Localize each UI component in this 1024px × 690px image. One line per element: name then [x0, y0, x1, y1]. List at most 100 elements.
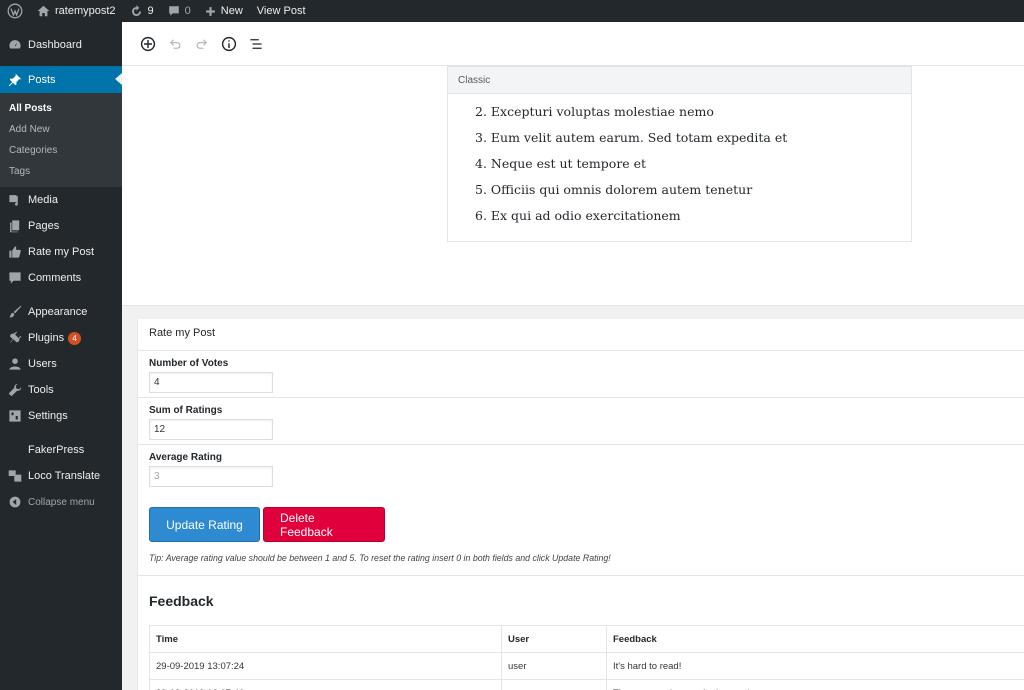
menu-comments-label: Comments — [28, 272, 82, 284]
menu-appearance-label: Appearance — [28, 306, 88, 318]
comments-link[interactable]: 0 — [161, 0, 198, 22]
settings-icon — [7, 408, 23, 424]
votes-field-group: Number of Votes — [138, 351, 1024, 398]
comment-icon — [168, 6, 179, 16]
editor-canvas: Classic 2. Excepturi voluptas molestiae … — [122, 66, 1024, 306]
wrench-icon — [7, 382, 23, 398]
comments-icon — [7, 270, 23, 286]
feedback-time: 29-09-2019 13:07:46 — [149, 679, 502, 690]
menu-plugins[interactable]: Plugins 4 — [0, 325, 122, 351]
submenu-tags[interactable]: Tags — [0, 161, 122, 182]
menu-fakerpress[interactable]: FakerPress — [0, 437, 122, 463]
menu-rate-my-post-label: Rate my Post — [28, 246, 95, 258]
rate-my-post-metabox: Rate my Post Number of Votes Sum of Rati… — [137, 319, 1024, 690]
menu-pages[interactable]: Pages — [0, 213, 122, 239]
votes-input[interactable] — [149, 372, 273, 393]
users-icon — [7, 356, 23, 372]
sum-field-group: Sum of Ratings — [138, 398, 1024, 445]
delete-feedback-button[interactable]: Delete Feedback — [263, 507, 385, 542]
view-post-link[interactable]: View Post — [250, 0, 313, 22]
feedback-text: It's hard to read! — [606, 652, 1024, 680]
classic-block-list: 2. Excepturi voluptas molestiae nemo 3. … — [448, 94, 911, 230]
pin-icon — [7, 72, 23, 88]
home-icon — [37, 5, 50, 17]
menu-pages-label: Pages — [28, 220, 60, 232]
list-item: 6. Ex qui ad odio exercitationem — [475, 208, 681, 223]
rating-tip: Tip: Average rating value should be betw… — [149, 553, 611, 563]
menu-posts[interactable]: Posts — [0, 66, 122, 93]
menu-comments[interactable]: Comments — [0, 265, 122, 291]
add-block-icon — [140, 36, 155, 51]
collapse-arrow-icon — [7, 494, 23, 510]
list-view-icon — [249, 38, 262, 49]
collapse-menu-button[interactable]: Collapse menu — [0, 489, 122, 515]
feedback-time: 29-09-2019 13:07:24 — [149, 652, 502, 680]
posts-submenu: All Posts Add New Categories Tags — [0, 93, 122, 187]
average-label: Average Rating — [149, 452, 222, 463]
divider — [138, 575, 1024, 576]
menu-loco-translate[interactable]: Loco Translate — [0, 463, 122, 489]
list-item: 3. Eum velit autem earum. Sed totam expe… — [475, 130, 788, 145]
view-post-label: View Post — [256, 5, 306, 17]
list-item: 5. Officiis qui omnis dolorem autem tene… — [475, 182, 753, 197]
votes-label: Number of Votes — [149, 358, 229, 369]
average-input — [149, 466, 273, 487]
feedback-heading: Feedback — [149, 593, 214, 609]
menu-appearance[interactable]: Appearance — [0, 299, 122, 325]
new-content-link[interactable]: New — [198, 0, 250, 22]
menu-loco-translate-label: Loco Translate — [28, 470, 101, 482]
metabox-title[interactable]: Rate my Post — [138, 319, 1024, 351]
menu-dashboard[interactable]: Dashboard — [0, 32, 122, 58]
list-item: 4. Neque est ut tempore et — [475, 156, 647, 171]
redo-icon — [196, 38, 207, 49]
menu-settings[interactable]: Settings — [0, 403, 122, 429]
menu-tools-label: Tools — [28, 384, 54, 396]
table-row: 29-09-2019 13:07:24 user It's hard to re… — [149, 652, 1024, 680]
column-header-time: Time — [149, 625, 502, 653]
site-name-label: ratemypost2 — [55, 5, 116, 17]
menu-rate-my-post[interactable]: Rate my Post — [0, 239, 122, 265]
media-icon — [7, 192, 23, 208]
menu-media[interactable]: Media — [0, 187, 122, 213]
metabox-area: Rate my Post Number of Votes Sum of Rati… — [122, 306, 1024, 690]
classic-block[interactable]: Classic 2. Excepturi voluptas molestiae … — [447, 66, 912, 242]
info-icon — [221, 36, 236, 51]
plugin-icon — [7, 330, 23, 346]
menu-tools[interactable]: Tools — [0, 377, 122, 403]
menu-posts-label: Posts — [28, 73, 56, 86]
editor-toolbar — [122, 22, 1024, 66]
block-navigation-button[interactable] — [242, 30, 269, 57]
fakerpress-icon — [7, 442, 23, 458]
updates-icon — [131, 4, 141, 16]
translate-icon — [7, 468, 23, 484]
content-info-button[interactable] — [215, 30, 242, 57]
admin-bar: ratemypost2 9 0 New View Post — [0, 0, 1024, 22]
submenu-categories[interactable]: Categories — [0, 140, 122, 161]
comments-count: 0 — [184, 5, 191, 17]
column-header-user: User — [501, 625, 607, 653]
feedback-user: user — [501, 652, 607, 680]
admin-sidebar: Dashboard Posts All Posts Add New Catego… — [0, 22, 122, 690]
rating-buttons: Update Rating Delete Feedback — [149, 507, 388, 542]
feedback-user: user — [501, 679, 607, 690]
menu-fakerpress-label: FakerPress — [28, 444, 85, 456]
wordpress-logo-icon[interactable] — [0, 0, 30, 22]
submenu-all-posts[interactable]: All Posts — [0, 98, 122, 119]
redo-button[interactable] — [188, 30, 215, 57]
undo-button[interactable] — [161, 30, 188, 57]
menu-users-label: Users — [28, 358, 57, 370]
submenu-add-new[interactable]: Add New — [0, 119, 122, 140]
column-header-feedback: Feedback — [606, 625, 1024, 653]
updates-count: 9 — [147, 5, 154, 17]
update-rating-button[interactable]: Update Rating — [149, 507, 260, 542]
menu-users[interactable]: Users — [0, 351, 122, 377]
menu-media-label: Media — [28, 194, 58, 206]
plugins-update-badge: 4 — [68, 331, 82, 345]
table-row: 29-09-2019 13:07:46 user There are no im… — [149, 679, 1024, 690]
sum-input[interactable] — [149, 419, 273, 440]
sum-label: Sum of Ratings — [149, 405, 223, 416]
list-item: 2. Excepturi voluptas molestiae nemo — [475, 104, 714, 119]
add-block-button[interactable] — [134, 30, 161, 57]
updates-link[interactable]: 9 — [123, 0, 161, 22]
site-name-link[interactable]: ratemypost2 — [30, 0, 123, 22]
